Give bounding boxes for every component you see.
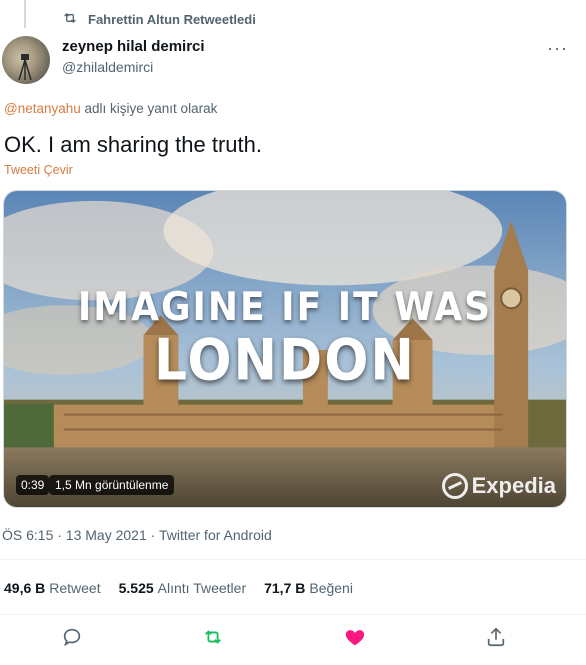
quote-stat[interactable]: 5.525 Alıntı Tweetler bbox=[119, 580, 247, 596]
like-stat[interactable]: 71,7 B Beğeni bbox=[264, 580, 353, 596]
retweet-label[interactable]: Fahrettin Altun Retweetledi bbox=[88, 12, 256, 27]
expedia-watermark: Expedia bbox=[441, 473, 556, 499]
retweet-icon[interactable] bbox=[202, 626, 224, 648]
reply-icon[interactable] bbox=[61, 626, 83, 648]
author-block[interactable]: zeynep hilal demirci @zhilaldemirci bbox=[62, 38, 205, 75]
reply-suffix: adlı kişiye yanıt olarak bbox=[80, 101, 218, 116]
avatar[interactable] bbox=[2, 36, 50, 84]
more-options-button[interactable]: ··· bbox=[547, 38, 568, 59]
watermark-text: Expedia bbox=[471, 473, 556, 498]
video-duration: 0:39 bbox=[16, 475, 50, 495]
display-name[interactable]: zeynep hilal demirci bbox=[62, 38, 205, 55]
tweet-text: OK. I am sharing the truth. bbox=[4, 132, 263, 157]
thread-line bbox=[24, 0, 26, 28]
like-icon[interactable] bbox=[344, 626, 366, 648]
divider bbox=[0, 614, 586, 615]
engagement-stats: 49,6 B Retweet 5.525 Alıntı Tweetler 71,7 … bbox=[4, 580, 353, 596]
reply-mention-link[interactable]: @netanyahu bbox=[4, 101, 81, 116]
divider bbox=[0, 559, 586, 560]
tweet-timestamp[interactable]: ÖS 6:15 · 13 May 2021 · Twitter for Andr… bbox=[2, 527, 272, 543]
retweet-context: Fahrettin Altun Retweetledi bbox=[62, 10, 256, 29]
video-overlay-subtitle: LONDON bbox=[154, 328, 416, 394]
video-player[interactable]: IMAGINE IF IT WAS LONDON 0:39 1,5 Mn gör… bbox=[3, 190, 567, 508]
action-bar bbox=[0, 626, 586, 652]
retweet-stat[interactable]: 49,6 B Retweet bbox=[4, 580, 101, 596]
video-overlay-title: IMAGINE IF IT WAS bbox=[77, 284, 493, 331]
share-icon[interactable] bbox=[485, 626, 507, 648]
video-view-count: 1,5 Mn görüntülenme bbox=[49, 475, 175, 495]
translate-tweet-link[interactable]: Tweeti Çevir bbox=[4, 163, 73, 177]
expedia-logo-icon bbox=[441, 473, 468, 499]
handle[interactable]: @zhilaldemirci bbox=[62, 59, 205, 75]
reply-context: @netanyahu adlı kişiye yanıt olarak bbox=[4, 101, 217, 116]
retweet-icon bbox=[62, 10, 78, 29]
